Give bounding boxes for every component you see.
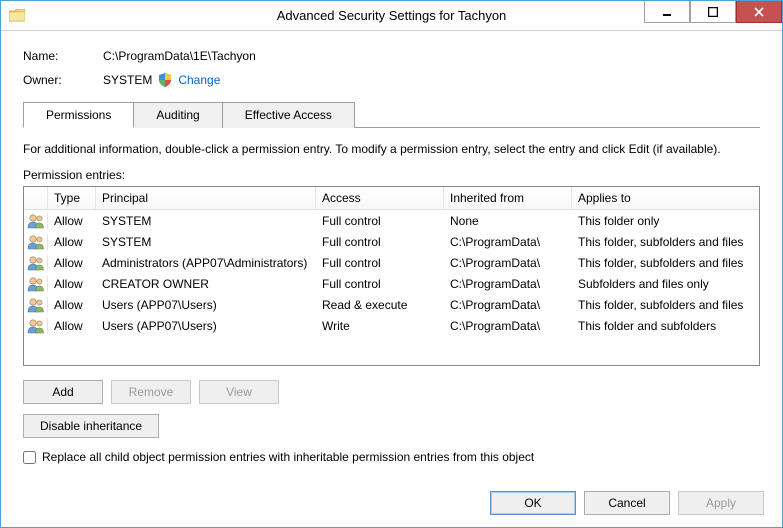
cell-type: Allow: [48, 275, 96, 293]
maximize-button[interactable]: [690, 1, 736, 23]
cell-principal: SYSTEM: [96, 233, 316, 251]
cell-applies: This folder only: [572, 212, 759, 230]
cell-principal: Users (APP07\Users): [96, 317, 316, 335]
view-button: View: [199, 380, 279, 404]
cell-access: Full control: [316, 233, 444, 251]
table-row[interactable]: AllowUsers (APP07\Users)WriteC:\ProgramD…: [24, 315, 759, 336]
col-icon[interactable]: [24, 187, 48, 209]
table-body: AllowSYSTEMFull controlNoneThis folder o…: [24, 210, 759, 336]
cell-type: Allow: [48, 212, 96, 230]
cell-principal: SYSTEM: [96, 212, 316, 230]
users-icon: [24, 255, 48, 271]
users-icon: [24, 297, 48, 313]
table-header: Type Principal Access Inherited from App…: [24, 187, 759, 210]
window-controls: [644, 1, 782, 23]
apply-button: Apply: [678, 491, 764, 515]
cell-applies: Subfolders and files only: [572, 275, 759, 293]
cell-access: Full control: [316, 254, 444, 272]
name-label: Name:: [23, 49, 103, 63]
owner-label: Owner:: [23, 73, 103, 87]
cell-access: Full control: [316, 275, 444, 293]
col-principal[interactable]: Principal: [96, 187, 316, 209]
tabstrip: Permissions Auditing Effective Access: [23, 101, 760, 128]
users-icon: [24, 234, 48, 250]
cell-type: Allow: [48, 296, 96, 314]
table-row[interactable]: AllowSYSTEMFull controlC:\ProgramData\Th…: [24, 231, 759, 252]
cell-inherited: C:\ProgramData\: [444, 254, 572, 272]
col-applies[interactable]: Applies to: [572, 187, 759, 209]
users-icon: [24, 213, 48, 229]
owner-value: SYSTEM: [103, 73, 152, 87]
table-row[interactable]: AllowUsers (APP07\Users)Read & executeC:…: [24, 294, 759, 315]
cell-access: Full control: [316, 212, 444, 230]
name-value: C:\ProgramData\1E\Tachyon: [103, 49, 256, 63]
name-row: Name: C:\ProgramData\1E\Tachyon: [23, 49, 760, 63]
cell-inherited: C:\ProgramData\: [444, 296, 572, 314]
folder-icon: [9, 9, 25, 22]
ok-button[interactable]: OK: [490, 491, 576, 515]
add-button[interactable]: Add: [23, 380, 103, 404]
cell-access: Write: [316, 317, 444, 335]
permission-table: Type Principal Access Inherited from App…: [23, 186, 760, 366]
titlebar: Advanced Security Settings for Tachyon: [1, 1, 782, 31]
cell-applies: This folder, subfolders and files: [572, 296, 759, 314]
change-owner-link[interactable]: Change: [178, 73, 220, 87]
table-row[interactable]: AllowAdministrators (APP07\Administrator…: [24, 252, 759, 273]
table-row[interactable]: AllowCREATOR OWNERFull controlC:\Program…: [24, 273, 759, 294]
table-row[interactable]: AllowSYSTEMFull controlNoneThis folder o…: [24, 210, 759, 231]
cell-principal: Users (APP07\Users): [96, 296, 316, 314]
cell-type: Allow: [48, 233, 96, 251]
col-type[interactable]: Type: [48, 187, 96, 209]
cell-type: Allow: [48, 254, 96, 272]
col-inherited[interactable]: Inherited from: [444, 187, 572, 209]
cancel-button[interactable]: Cancel: [584, 491, 670, 515]
disable-inheritance-button[interactable]: Disable inheritance: [23, 414, 159, 438]
cell-inherited: C:\ProgramData\: [444, 317, 572, 335]
replace-checkbox-label[interactable]: Replace all child object permission entr…: [42, 450, 534, 464]
dialog-footer: OK Cancel Apply: [490, 491, 764, 515]
tab-permissions[interactable]: Permissions: [23, 102, 134, 128]
cell-principal: Administrators (APP07\Administrators): [96, 254, 316, 272]
users-icon: [24, 276, 48, 292]
cell-principal: CREATOR OWNER: [96, 275, 316, 293]
owner-row: Owner: SYSTEM Change: [23, 73, 760, 87]
remove-button: Remove: [111, 380, 191, 404]
minimize-button[interactable]: [644, 1, 690, 23]
cell-applies: This folder, subfolders and files: [572, 233, 759, 251]
table-label: Permission entries:: [23, 168, 760, 182]
cell-applies: This folder and subfolders: [572, 317, 759, 335]
cell-applies: This folder, subfolders and files: [572, 254, 759, 272]
users-icon: [24, 318, 48, 334]
close-button[interactable]: [736, 1, 782, 23]
cell-inherited: None: [444, 212, 572, 230]
cell-access: Read & execute: [316, 296, 444, 314]
tab-effective-access[interactable]: Effective Access: [222, 102, 355, 128]
instruction-text: For additional information, double-click…: [23, 142, 760, 156]
replace-checkbox[interactable]: [23, 451, 36, 464]
cell-type: Allow: [48, 317, 96, 335]
tab-auditing[interactable]: Auditing: [133, 102, 222, 128]
cell-inherited: C:\ProgramData\: [444, 275, 572, 293]
col-access[interactable]: Access: [316, 187, 444, 209]
shield-icon: [158, 73, 172, 87]
cell-inherited: C:\ProgramData\: [444, 233, 572, 251]
